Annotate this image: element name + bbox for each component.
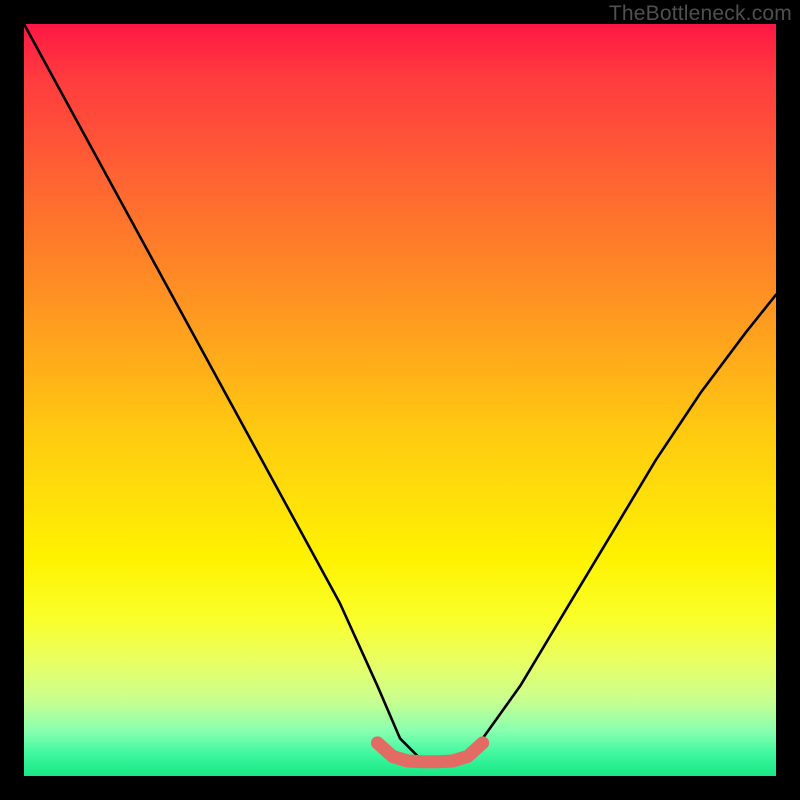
plot-area — [24, 24, 776, 776]
optimal-range-marker — [377, 743, 482, 762]
chart-frame: TheBottleneck.com — [0, 0, 800, 800]
bottleneck-curve — [24, 24, 776, 761]
curve-layer — [24, 24, 776, 776]
watermark-text: TheBottleneck.com — [609, 2, 792, 26]
